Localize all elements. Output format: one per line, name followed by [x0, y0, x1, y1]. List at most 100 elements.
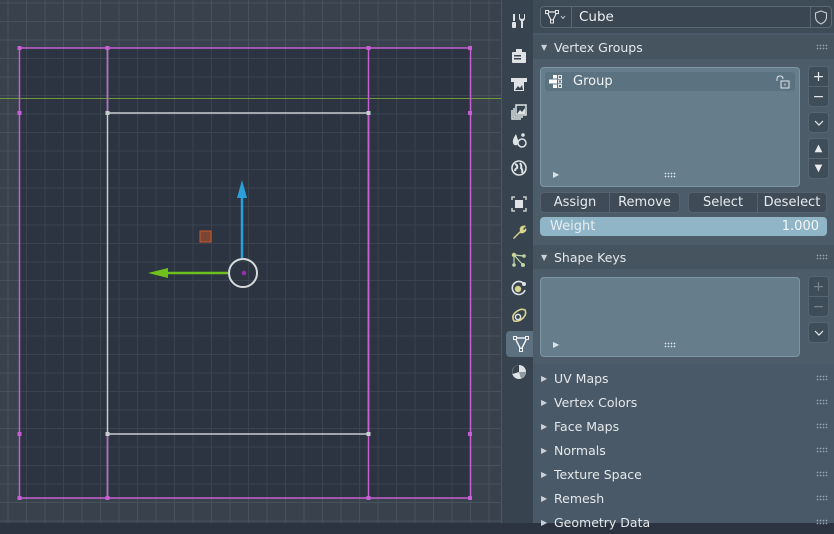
vertex-group-move: ▲ ▼: [808, 138, 829, 179]
view-layer-tab[interactable]: [506, 99, 532, 125]
shape-key-list[interactable]: ▶: [540, 277, 800, 357]
add-vertex-group-button[interactable]: +: [809, 67, 828, 86]
expand-right-icon: ▶: [541, 397, 548, 407]
unlock-icon[interactable]: [775, 74, 791, 89]
assign-remove-group: Assign Remove: [540, 192, 680, 213]
panel-title: UV Maps: [554, 370, 609, 386]
panel-title: Remesh: [554, 490, 605, 506]
remove-shape-key-button[interactable]: −: [809, 296, 828, 316]
object-icon: [511, 196, 527, 212]
expand-down-icon: ▼: [541, 42, 548, 52]
expand-right-icon: ▶: [541, 517, 548, 527]
mesh-data-icon: [545, 10, 566, 24]
vertex-groups-panel-header[interactable]: ▼ Vertex Groups: [533, 35, 834, 59]
panel-header-geometry-data[interactable]: ▶ Geometry Data: [533, 510, 834, 534]
panel-header-face-maps[interactable]: ▶ Face Maps: [533, 414, 834, 438]
panel-header-remesh[interactable]: ▶ Remesh: [533, 486, 834, 510]
drag-grip-icon[interactable]: [816, 519, 828, 525]
filter-options-toggle[interactable]: ▶: [553, 340, 559, 349]
scene-tab[interactable]: [506, 127, 532, 153]
constraints-tab[interactable]: [506, 303, 532, 329]
drag-grip-icon[interactable]: [816, 44, 828, 50]
render-tab[interactable]: [506, 43, 532, 69]
output-tab[interactable]: [506, 71, 532, 97]
panel-title: Texture Space: [554, 466, 642, 482]
panel-header-texture-space[interactable]: ▶ Texture Space: [533, 462, 834, 486]
properties-editor: Cube ▼ Vertex Groups Group ▶ + − ▲ ▼ Ass…: [533, 0, 834, 530]
drag-grip-icon[interactable]: [816, 471, 828, 477]
view-layer-icon: [511, 104, 527, 120]
vertex-group-add-remove: + −: [808, 66, 829, 107]
particles-icon: [511, 252, 526, 267]
panel-header-vertex-colors[interactable]: ▶ Vertex Colors: [533, 390, 834, 414]
assign-button[interactable]: Assign: [541, 193, 609, 212]
vertex: [468, 496, 472, 500]
vertex: [468, 111, 472, 115]
list-resize-grip[interactable]: [664, 172, 676, 178]
wrench-icon: [513, 225, 527, 239]
vertex: [105, 432, 110, 436]
add-shape-key-button[interactable]: +: [809, 277, 828, 296]
drag-grip-icon[interactable]: [816, 399, 828, 405]
vertex-group-specials: [808, 112, 829, 133]
shape-keys-panel-header[interactable]: ▼ Shape Keys: [533, 245, 834, 269]
weight-label: Weight: [550, 219, 596, 234]
data-tab[interactable]: [506, 331, 535, 357]
drag-grip-icon[interactable]: [816, 423, 828, 429]
panel-header-uv-maps[interactable]: ▶ UV Maps: [533, 366, 834, 390]
object-tab[interactable]: [506, 191, 532, 217]
light-marker: [199, 230, 212, 243]
scene-icon: [512, 133, 527, 148]
expand-right-icon: ▶: [541, 469, 548, 479]
chevron-down-icon: [814, 120, 823, 126]
expand-right-icon: ▶: [541, 421, 548, 431]
move-down-button[interactable]: ▼: [809, 158, 828, 178]
physics-tab[interactable]: [506, 275, 532, 301]
shape-key-specials-menu[interactable]: [809, 323, 828, 342]
drag-grip-icon[interactable]: [816, 447, 828, 453]
mesh-data-icon: [512, 336, 529, 352]
material-tab[interactable]: [506, 359, 532, 385]
origin-dot: [241, 270, 247, 276]
list-resize-grip[interactable]: [664, 342, 676, 348]
remove-button[interactable]: Remove: [609, 193, 679, 212]
3d-viewport[interactable]: [0, 0, 501, 523]
panel-title: Vertex Groups: [554, 39, 643, 55]
drag-grip-icon[interactable]: [816, 375, 828, 381]
chevron-down-icon: [814, 330, 823, 336]
fake-user-button[interactable]: [810, 7, 831, 27]
shape-keys-panel-body: ▶ + −: [533, 269, 834, 364]
output-icon: [511, 78, 527, 91]
viewport-canvas[interactable]: [0, 0, 501, 523]
vertex: [105, 496, 110, 500]
world-tab[interactable]: [506, 155, 532, 181]
vertex: [366, 46, 371, 50]
datablock-name-field[interactable]: Cube: [572, 9, 810, 25]
remove-vertex-group-button[interactable]: −: [809, 86, 828, 106]
select-button[interactable]: Select: [689, 193, 757, 212]
panel-header-normals[interactable]: ▶ Normals: [533, 438, 834, 462]
deselect-button[interactable]: Deselect: [757, 193, 826, 212]
tool-tab[interactable]: [506, 8, 532, 34]
expand-right-icon: ▶: [541, 445, 548, 455]
datablock-type-dropdown[interactable]: [541, 7, 572, 27]
vertex-group-list[interactable]: Group ▶: [540, 67, 800, 187]
particles-tab[interactable]: [506, 247, 532, 273]
physics-icon: [511, 280, 526, 296]
move-up-button[interactable]: ▲: [809, 139, 828, 158]
vertex-group-name[interactable]: Group: [573, 74, 613, 89]
drag-grip-icon[interactable]: [816, 254, 828, 260]
filter-options-toggle[interactable]: ▶: [553, 170, 559, 179]
weight-slider[interactable]: Weight 1.000: [540, 217, 827, 236]
panel-title: Shape Keys: [554, 249, 627, 265]
vertex: [366, 496, 371, 500]
modifiers-tab[interactable]: [506, 219, 532, 245]
drag-grip-icon[interactable]: [816, 495, 828, 501]
vertex-group-specials-menu[interactable]: [809, 113, 828, 132]
select-deselect-group: Select Deselect: [688, 192, 827, 213]
vertex: [468, 46, 472, 50]
shape-key-specials: [808, 322, 829, 343]
mesh-datablock-selector[interactable]: Cube: [540, 6, 832, 28]
panel-title: Geometry Data: [554, 514, 651, 530]
list-item[interactable]: Group: [545, 72, 795, 91]
